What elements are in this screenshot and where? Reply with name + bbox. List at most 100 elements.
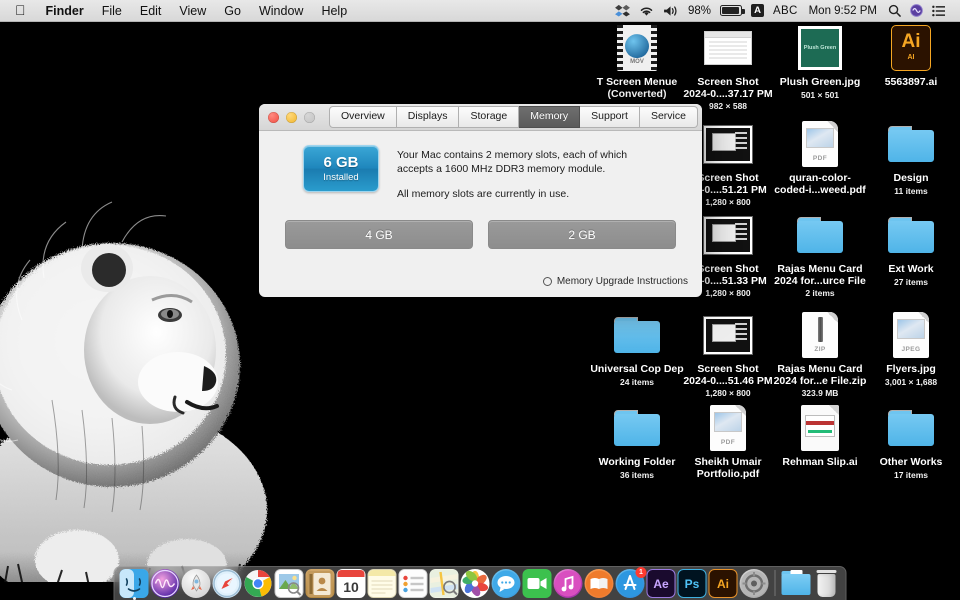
dock-item-adobe-illustrator[interactable]: Ai (708, 569, 738, 598)
zoom-button[interactable] (304, 111, 315, 123)
icon-item-count: 11 items (894, 185, 928, 196)
close-button[interactable] (268, 111, 279, 123)
ai-glyph: Ai (901, 30, 921, 52)
folder-icon (613, 404, 661, 452)
input-source-label[interactable]: ABC (773, 0, 798, 22)
tab-overview[interactable]: Overview (329, 106, 397, 128)
dock-item-photos[interactable] (460, 569, 490, 598)
input-source-badge[interactable]: A (751, 4, 765, 17)
desktop-icon-5563897-ai[interactable]: Ai AI 5563897.ai (855, 24, 960, 89)
folder-icon (613, 311, 661, 359)
ai-label: Ai (717, 576, 729, 591)
dock-item-facetime[interactable] (522, 569, 552, 598)
dock-item-maps[interactable] (429, 569, 459, 598)
menu-bar-left[interactable]:  Finder File Edit View Go Window Help (6, 0, 356, 22)
dock-item-downloads-stack[interactable] (781, 570, 811, 596)
dock-item-trash[interactable] (813, 569, 841, 598)
menu-item-view[interactable]: View (170, 0, 215, 22)
notification-center-icon[interactable] (932, 5, 946, 17)
dock-item-safari[interactable] (212, 569, 242, 598)
volume-icon[interactable] (663, 5, 679, 17)
menu-item-help[interactable]: Help (312, 0, 356, 22)
tab-storage[interactable]: Storage (459, 106, 520, 128)
folder-icon (887, 120, 935, 168)
siri-icon[interactable] (910, 4, 923, 17)
dock-item-ibooks[interactable] (584, 569, 614, 598)
ae-label: Ae (653, 576, 669, 591)
icon-item-count: 27 items (893, 276, 929, 287)
icon-item-count: 17 items (893, 469, 929, 480)
screenshot-preview-icon (704, 311, 752, 359)
memory-description: Your Mac contains 2 memory slots, each o… (397, 145, 647, 201)
dock-item-messages[interactable] (491, 569, 521, 598)
icon-label-line-1: 5563897.ai (884, 76, 938, 88)
wifi-icon[interactable] (639, 5, 654, 17)
pdf-file-icon: PDF (704, 404, 752, 452)
battery-icon[interactable] (720, 5, 745, 16)
dock-item-siri[interactable] (150, 569, 180, 598)
tab-memory[interactable]: Memory (519, 106, 581, 128)
menu-bar-status-area[interactable]: 98% A ABC Mon 9:52 PM (615, 0, 954, 22)
desktop-icon-flyers-jpg[interactable]: JPEG Flyers.jpg 3,001 × 1,688 (855, 311, 960, 388)
memory-upgrade-instructions-link[interactable]: Memory Upgrade Instructions (542, 276, 688, 287)
dock-item-adobe-after-effects[interactable]: Ae (646, 569, 676, 598)
icon-label-line-2: Portfolio.pdf (696, 467, 760, 480)
thumbnail-caption: Plush Green (801, 29, 839, 67)
desktop-icon-ext-work-folder[interactable]: Ext Work 27 items (855, 211, 960, 288)
dock-item-itunes[interactable] (553, 569, 583, 598)
icon-item-count: 2 items (805, 288, 835, 298)
menu-item-file[interactable]: File (93, 0, 131, 22)
desktop-icon-design-folder[interactable]: Design 11 items (855, 120, 960, 197)
about-this-mac-window[interactable]: Overview Displays Storage Memory Support… (259, 104, 702, 297)
file-type-tag: ZIP (814, 345, 826, 353)
dock-item-contacts[interactable] (305, 569, 335, 598)
menu-bar[interactable]:  Finder File Edit View Go Window Help (0, 0, 960, 22)
dock[interactable]: 10 1 Ae Ps Ai (113, 566, 847, 600)
tab-service[interactable]: Service (639, 106, 698, 128)
menu-item-window[interactable]: Window (250, 0, 312, 22)
search-icon[interactable] (888, 4, 901, 17)
dock-item-google-chrome[interactable] (244, 569, 273, 598)
svg-text:10: 10 (343, 579, 359, 595)
desktop-icon-other-works-folder[interactable]: Other Works 17 items (855, 404, 960, 481)
dock-item-launchpad[interactable] (181, 569, 211, 598)
installed-memory-amount: 6 GB (323, 153, 359, 171)
dock-item-adobe-photoshop[interactable]: Ps (677, 569, 707, 598)
info-bullet-icon (542, 277, 552, 286)
window-title-bar[interactable]: Overview Displays Storage Memory Support… (259, 104, 702, 131)
screenshot-preview-icon (704, 24, 752, 72)
minimize-button[interactable] (286, 111, 297, 123)
menu-bar-clock[interactable]: Mon 9:52 PM (807, 0, 879, 22)
screenshot-preview-icon (704, 120, 752, 168)
ps-label: Ps (684, 576, 700, 591)
icon-dimensions: 3,001 × 1,688 (884, 376, 938, 387)
memory-description-line-1: Your Mac contains 2 memory slots, each o… (397, 149, 628, 175)
icon-label-line-1: Design (893, 172, 929, 184)
tab-support[interactable]: Support (580, 106, 640, 128)
dock-item-preview[interactable] (274, 569, 304, 598)
menu-item-edit[interactable]: Edit (131, 0, 171, 22)
menu-item-finder[interactable]: Finder (37, 0, 93, 22)
dock-item-app-store[interactable]: 1 (615, 567, 647, 598)
menu-item-go[interactable]: Go (215, 0, 250, 22)
tab-bar[interactable]: Overview Displays Storage Memory Support… (329, 106, 698, 128)
dock-item-notes[interactable] (367, 569, 397, 598)
memory-slot-1[interactable]: 4 GB (285, 220, 473, 249)
apple-logo-icon[interactable]:  (6, 0, 37, 21)
icon-label-line-1: Ext Work (888, 263, 934, 275)
dock-item-calendar[interactable]: 10 (336, 569, 366, 598)
folder-icon (887, 404, 935, 452)
memory-upgrade-instructions-label: Memory Upgrade Instructions (556, 276, 688, 287)
memory-slots-row: 4 GB 2 GB (275, 220, 686, 249)
zip-archive-icon: ZIP (796, 311, 844, 359)
dock-item-reminders[interactable] (398, 569, 428, 598)
dock-item-system-preferences[interactable] (739, 569, 769, 598)
dropbox-icon[interactable] (615, 4, 630, 17)
window-controls[interactable] (259, 111, 315, 123)
folder-icon (887, 211, 935, 259)
wallpaper-lion (0, 150, 282, 600)
tab-displays[interactable]: Displays (396, 106, 460, 128)
memory-slot-2[interactable]: 2 GB (488, 220, 676, 249)
dock-item-finder[interactable] (119, 569, 149, 600)
battery-percent-label: 98% (688, 4, 712, 17)
